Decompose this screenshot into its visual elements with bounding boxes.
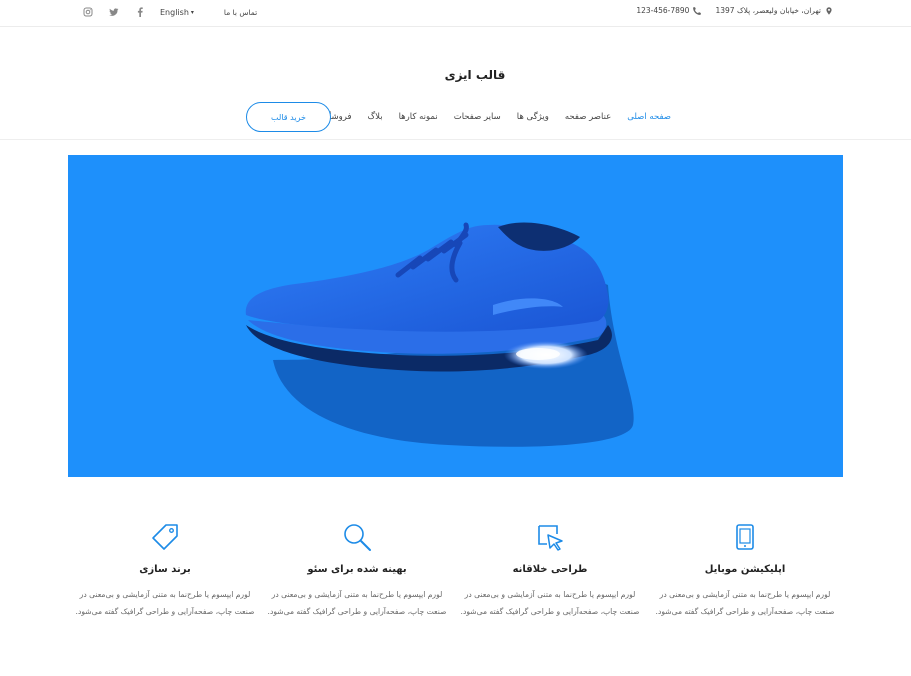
search-icon <box>342 522 372 552</box>
chevron-down-icon: ▾ <box>190 8 194 16</box>
nav-item-portfolio[interactable]: نمونه کارها <box>399 112 438 122</box>
hero-banner <box>68 155 843 477</box>
sneaker-image <box>245 222 634 447</box>
feature-description: لورم ایپسوم یا طرح‌نما به متنی آزمایشی و… <box>267 590 447 616</box>
language-dropdown[interactable]: English ▾ <box>160 8 194 17</box>
top-bar-left: English ▾ تماس با ما <box>82 6 257 18</box>
feature-title: بهینه شده برای سئو <box>307 564 407 575</box>
nav-item-elements[interactable]: عناصر صفحه <box>565 112 611 122</box>
facebook-icon[interactable] <box>134 6 146 18</box>
top-bar: English ▾ تماس با ما تهران، خیابان ولیعصر… <box>0 0 911 27</box>
phone-text: 123-456-7890 <box>636 6 690 15</box>
phone-icon <box>693 6 702 15</box>
feature-seo-optimized: بهینه شده برای سئو لورم ایپسوم یا طرح‌نم… <box>262 522 452 620</box>
contact-link[interactable]: تماس با ما <box>224 8 257 17</box>
address-item: تهران، خیابان ولیعصر، پلاک 1397 <box>715 6 833 15</box>
nav-item-home[interactable]: صفحه اصلی <box>627 112 671 122</box>
feature-title: برند سازی <box>139 564 191 575</box>
feature-description: لورم ایپسوم یا طرح‌نما به متنی آزمایشی و… <box>655 590 835 616</box>
feature-title: طراحی خلاقانه <box>512 564 588 575</box>
phone-item: 123-456-7890 <box>636 6 702 15</box>
instagram-icon[interactable] <box>82 6 94 18</box>
feature-title: اپلیکیشن موبایل <box>704 564 786 575</box>
twitter-icon[interactable] <box>108 6 120 18</box>
tag-icon <box>150 522 180 552</box>
feature-description: لورم ایپسوم یا طرح‌نما به متنی آزمایشی و… <box>75 590 255 616</box>
buy-template-button[interactable]: خرید قالب <box>246 102 331 132</box>
nav-item-features[interactable]: ویژگی ها <box>517 112 549 122</box>
address-text: تهران، خیابان ولیعصر، پلاک 1397 <box>715 6 821 15</box>
main-nav: صفحه اصلی عناصر صفحه ویژگی ها سایر صفحات… <box>320 102 671 132</box>
header-divider <box>0 139 911 140</box>
nav-item-blog[interactable]: بلاگ <box>368 112 383 122</box>
map-pin-icon <box>825 6 833 15</box>
nav-item-pages[interactable]: سایر صفحات <box>454 112 501 122</box>
language-label: English <box>160 7 189 17</box>
feature-mobile-app: اپلیکیشن موبایل لورم ایپسوم یا طرح‌نما ب… <box>650 522 840 620</box>
top-bar-right: تهران، خیابان ولیعصر، پلاک 1397 123-456-… <box>636 6 833 15</box>
tablet-icon <box>730 522 760 552</box>
feature-branding: برند سازی لورم ایپسوم یا طرح‌نما به متنی… <box>70 522 260 620</box>
site-logo[interactable]: قالب ایزی <box>0 68 911 82</box>
feature-creative-design: طراحی خلاقانه لورم ایپسوم یا طرح‌نما به … <box>455 522 645 620</box>
cursor-icon <box>535 522 565 552</box>
feature-description: لورم ایپسوم یا طرح‌نما به متنی آزمایشی و… <box>460 590 640 616</box>
